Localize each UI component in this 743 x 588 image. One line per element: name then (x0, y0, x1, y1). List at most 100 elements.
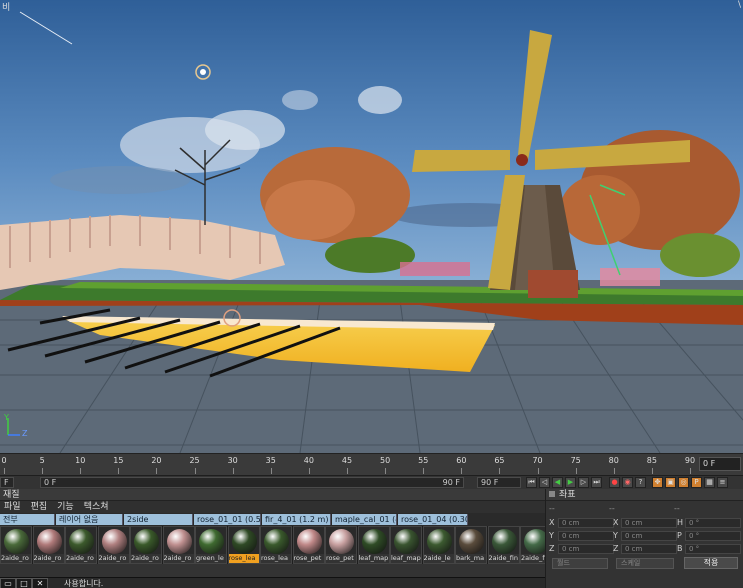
material-swatch[interactable]: 2aide_ro (130, 526, 162, 564)
menu-edit[interactable]: 편집 (31, 501, 48, 513)
material-swatch[interactable]: 2aide_ro (65, 526, 97, 564)
prev-key-icon[interactable]: ◁ (539, 477, 550, 488)
coord-value-field[interactable]: 0 cm (621, 531, 677, 541)
material-label: rose_lea (228, 554, 259, 563)
material-filter-tab[interactable]: fir_4_01 (1.2 m) (262, 514, 331, 525)
coord-value-field[interactable]: 0 cm (621, 544, 677, 554)
menu-texture[interactable]: 텍스쳐 (84, 501, 109, 513)
autokey-icon[interactable]: ◉ (622, 477, 633, 488)
material-swatch[interactable]: bark_ma (455, 526, 487, 564)
material-swatch[interactable]: 2aide_ro (97, 526, 130, 564)
menu-file[interactable]: 파일 (4, 501, 21, 513)
coord-value-field[interactable]: 0 ° (685, 518, 741, 528)
material-preview-ball (199, 529, 224, 554)
goto-start-icon[interactable]: ⏮ (526, 477, 537, 488)
timeline-tick (423, 468, 425, 474)
timeline-tick-label: 85 (646, 456, 657, 465)
coord-axis-label: Y (549, 531, 554, 540)
timeline-tick (308, 468, 310, 474)
viewport-menu-label[interactable]: 비 (2, 0, 10, 13)
material-swatch[interactable]: leaf_map (357, 526, 390, 564)
timeline-tick-label: 10 (75, 456, 86, 465)
coord-value-field[interactable]: 0 ° (685, 531, 741, 541)
material-swatch[interactable]: rose_pet (292, 526, 325, 564)
timeline-tick (537, 468, 539, 474)
transport-bar: F 0 F 90 F 90 F ⏮ ◁ ◀ ▶ ▷ ⏭ ● ◉ ? ✥ ▣ ◎ … (0, 475, 743, 489)
timeline-tick-label: 60 (456, 456, 467, 465)
coord-axis-label: Z (549, 544, 555, 553)
move-key-icon[interactable]: ✥ (652, 477, 663, 488)
material-label: bark_ma (456, 554, 486, 563)
material-filter-tab[interactable]: rose_01_01 (0.50 m) (194, 514, 261, 525)
3d-viewport[interactable]: 비 \ Y Z (0, 0, 743, 453)
material-swatch[interactable]: 2aide_fin (487, 526, 520, 564)
current-frame-field[interactable]: 0 F (699, 457, 741, 471)
timeline-tick (4, 468, 5, 474)
close-icon[interactable]: ✕ (32, 578, 48, 588)
pla-key-icon[interactable]: ▦ (704, 477, 715, 488)
size-mode-dropdown[interactable]: 스케일 (616, 558, 674, 569)
material-filter-tab[interactable]: 레이어 없음 (56, 514, 123, 525)
minimize-icon[interactable]: ▭ (0, 578, 16, 588)
keyframe-icon[interactable]: ? (635, 477, 646, 488)
material-filter-tab[interactable]: rose_01_04 (0.30 m) (398, 514, 468, 525)
material-swatch[interactable]: 2aide_ro (32, 526, 65, 564)
coord-value-field[interactable]: 0 cm (558, 531, 614, 541)
material-preview-ball (166, 529, 192, 554)
restore-icon[interactable]: □ (16, 578, 32, 588)
next-key-icon[interactable]: ▷ (578, 477, 589, 488)
material-swatch[interactable]: rose_lea (227, 526, 260, 564)
material-preview-ball (426, 529, 452, 554)
timeline-tick-label: 45 (341, 456, 353, 465)
material-preview-ball (101, 529, 127, 554)
material-preview-ball (361, 529, 387, 554)
coord-value-field[interactable]: 0 ° (685, 544, 741, 554)
menu-function[interactable]: 기능 (57, 501, 74, 513)
coordinate-system-dropdown[interactable]: 월드 (552, 558, 608, 569)
play-icon[interactable]: ▶ (565, 477, 576, 488)
material-label: 2aide_ro (131, 554, 161, 563)
dash-marker-3: -- (674, 504, 680, 513)
material-swatch[interactable]: rose_lea (260, 526, 292, 564)
panel-grip-icon (549, 491, 555, 497)
material-swatch[interactable]: 2aide_le (422, 526, 455, 564)
frame-ruler[interactable]: 0 5 10 15 20 25 30 35 40 45 50 55 60 65 70 75 80 85 90 (0, 454, 696, 476)
timeline-tick-label: 75 (570, 456, 581, 465)
coord-value-field[interactable]: 0 cm (558, 544, 614, 554)
coord-value-field[interactable]: 0 cm (558, 518, 614, 528)
coord-row: Z0 cm Z 0 cm B 0 ° (546, 543, 743, 555)
preview-range-slider[interactable]: 0 F 90 F (40, 477, 464, 488)
start-frame-field[interactable]: F (0, 477, 14, 488)
timeline-tick-label: 70 (532, 456, 543, 465)
end-frame-field[interactable]: 90 F (477, 477, 521, 488)
material-swatch[interactable]: leaf_map (390, 526, 422, 564)
play-reverse-icon[interactable]: ◀ (552, 477, 563, 488)
goto-end-icon[interactable]: ⏭ (591, 477, 602, 488)
coord-value-field[interactable]: 0 cm (621, 518, 677, 528)
material-swatch[interactable]: 2aide_ro (162, 526, 195, 564)
material-filter-tab[interactable]: 2side (124, 514, 193, 525)
material-menubar: 파일 편집 기능 텍스쳐 (0, 501, 545, 513)
coord-axis-label: Y (613, 531, 618, 540)
coord-axis-label: P (677, 531, 682, 540)
timeline-tick-label: 15 (113, 456, 124, 465)
apply-button[interactable]: 적용 (684, 557, 738, 569)
timeline-tick (232, 468, 234, 474)
coord-axis-label: Z (613, 544, 619, 553)
param-key-icon[interactable]: P (691, 477, 702, 488)
material-filter-tab[interactable]: 전부 (0, 514, 55, 525)
timeline-tick-label: 25 (189, 456, 200, 465)
material-swatch[interactable]: rose_pet (325, 526, 357, 564)
material-swatch[interactable]: green_le (195, 526, 227, 564)
material-filter-tab[interactable]: maple_cal_01 (4 m) (332, 514, 397, 525)
timeline-settings-icon[interactable]: ≡ (717, 477, 728, 488)
material-preview-ball (459, 529, 484, 554)
scale-key-icon[interactable]: ▣ (665, 477, 676, 488)
material-swatch[interactable]: 2aide_ro (0, 526, 32, 564)
app-window: 비 \ Y Z 0 5 10 15 20 25 30 35 40 45 50 55 60 65 70 75 80… (0, 0, 743, 588)
rotate-key-icon[interactable]: ◎ (678, 477, 689, 488)
record-icon[interactable]: ● (609, 477, 620, 488)
timeline-ruler[interactable]: 0 5 10 15 20 25 30 35 40 45 50 55 60 65 70 75 80 85 90 0 F (0, 453, 743, 475)
material-panel-title: 재질 (0, 489, 545, 501)
timeline-tick-label: 50 (380, 456, 391, 465)
